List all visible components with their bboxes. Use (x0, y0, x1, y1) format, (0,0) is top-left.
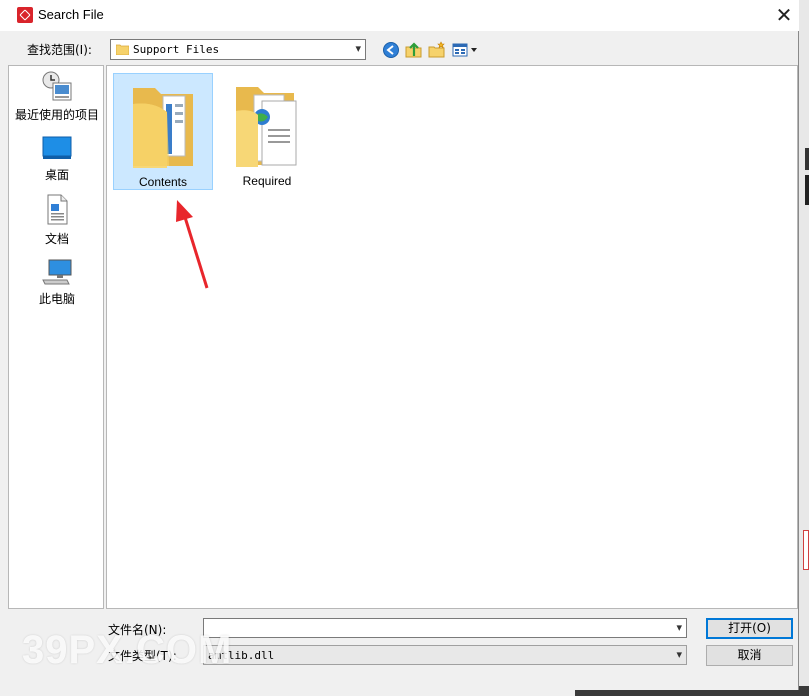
documents-icon (47, 194, 68, 225)
search-file-dialog: Search File ✕ 查找范围(I): Support Files ▾ 最… (0, 0, 799, 690)
file-name: Required (242, 174, 292, 188)
chevron-down-icon[interactable]: ▾ (676, 648, 682, 661)
filename-input[interactable]: ▾ (203, 618, 687, 638)
title-bar[interactable]: Search File ✕ (0, 0, 799, 31)
folder-with-docs-icon (236, 87, 297, 167)
background-window (799, 0, 809, 696)
window-title: Search File (38, 7, 104, 22)
app-icon (17, 7, 33, 23)
place-label: 文档 (44, 232, 69, 246)
watermark: 39PX.COM (22, 628, 233, 672)
recent-icon (42, 71, 72, 101)
view-menu-icon[interactable] (452, 41, 480, 59)
places-bar: 最近使用的项目 桌面 文档 此电脑 (8, 65, 104, 609)
file-item-required[interactable]: Required (217, 73, 317, 190)
place-computer[interactable]: 此电脑 (9, 258, 105, 307)
background-block (805, 175, 809, 205)
place-label: 桌面 (44, 168, 69, 182)
chevron-down-icon[interactable]: ▾ (355, 42, 361, 55)
back-icon[interactable] (382, 41, 400, 59)
place-label: 此电脑 (38, 292, 75, 306)
chevron-down-icon[interactable]: ▾ (676, 621, 682, 634)
file-list[interactable]: Contents Required (106, 65, 798, 609)
lookin-dropdown[interactable]: Support Files ▾ (110, 39, 366, 60)
filetype-dropdown[interactable]: amtlib.dll ▾ (203, 645, 687, 665)
lookin-label: 查找范围(I): (27, 43, 92, 57)
place-recent[interactable]: 最近使用的项目 (9, 70, 105, 123)
file-name: Contents (138, 175, 188, 189)
folder-icon (116, 44, 129, 55)
lookin-value: Support Files (133, 43, 220, 56)
close-button[interactable]: ✕ (770, 2, 798, 28)
place-documents[interactable]: 文档 (9, 194, 105, 247)
new-folder-icon[interactable] (428, 41, 446, 59)
file-item-contents[interactable]: Contents (113, 73, 213, 190)
open-button[interactable]: 打开(O) (706, 618, 793, 639)
desktop-icon (42, 136, 72, 159)
up-folder-icon[interactable] (405, 41, 423, 59)
cancel-button[interactable]: 取消 (706, 645, 793, 666)
place-desktop[interactable]: 桌面 (9, 134, 105, 183)
folder-icon (133, 88, 193, 168)
background-block (803, 530, 809, 570)
computer-icon (42, 259, 72, 285)
place-label: 最近使用的项目 (14, 108, 99, 122)
background-block (805, 148, 809, 170)
